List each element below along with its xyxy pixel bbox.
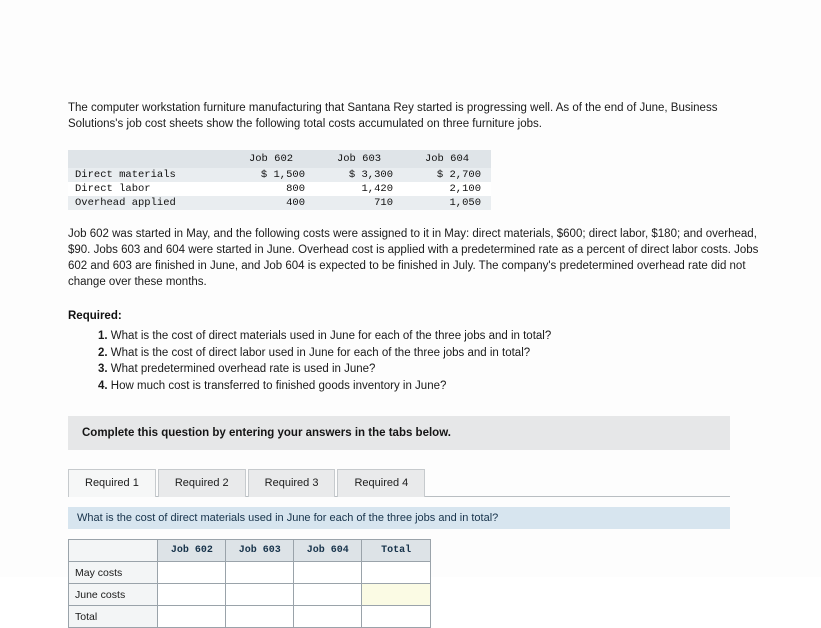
requirement-number: 3.: [98, 363, 108, 375]
requirement-item: 2. What is the cost of direct labor used…: [98, 346, 768, 362]
tab-required-4[interactable]: Required 4: [337, 469, 426, 497]
table-header-row: Job 602 Job 603 Job 604: [68, 150, 491, 168]
answer-input-cell[interactable]: [293, 583, 363, 606]
answer-widget: Complete this question by entering your …: [67, 416, 730, 628]
requirements-list: 1. What is the cost of direct materials …: [68, 329, 768, 394]
tab-required-1[interactable]: Required 1: [68, 469, 156, 497]
requirement-item: 4. How much cost is transferred to finis…: [98, 379, 768, 395]
answer-header-job603: Job 603: [225, 539, 295, 562]
requirement-tabs: Required 1 Required 2 Required 3 Require…: [68, 469, 730, 497]
cost-cell: 800: [227, 182, 315, 196]
cost-table-corner: [68, 150, 227, 168]
requirement-text: What is the cost of direct labor used in…: [110, 346, 531, 359]
answer-input-cell[interactable]: [361, 605, 431, 628]
answer-input-cell[interactable]: [225, 561, 295, 584]
requirement-number: 2.: [98, 346, 108, 359]
answer-input-cell[interactable]: [225, 583, 295, 606]
cost-cell: $ 2,700: [403, 168, 491, 182]
table-row: June costs: [67, 583, 431, 606]
requirement-number: 4.: [98, 379, 108, 392]
cost-cell: 710: [315, 196, 403, 210]
requirement-text: What is the cost of direct materials use…: [110, 330, 552, 342]
table-row: Direct materials $ 1,500 $ 3,300 $ 2,700: [68, 168, 491, 182]
cost-cell: 1,050: [403, 196, 491, 210]
answer-header-total: Total: [361, 539, 431, 562]
requirement-item: 1. What is the cost of direct materials …: [98, 329, 768, 345]
active-question-text: What is the cost of direct materials use…: [68, 507, 730, 529]
table-row: Overhead applied 400 710 1,050: [68, 196, 491, 210]
cost-table-header-job602: Job 602: [227, 150, 315, 168]
answer-header-job602: Job 602: [157, 539, 227, 562]
requirement-item: 3. What predetermined overhead rate is u…: [98, 362, 768, 378]
answer-row-label: Total: [67, 605, 159, 628]
required-heading: Required:: [68, 310, 122, 322]
answer-input-cell[interactable]: [225, 605, 295, 628]
tab-required-3[interactable]: Required 3: [247, 469, 336, 497]
answer-row-label: June costs: [67, 583, 159, 606]
requirement-text: How much cost is transferred to finished…: [110, 379, 447, 392]
cost-row-label: Direct labor: [68, 182, 227, 196]
cost-row-label: Direct materials: [68, 168, 227, 182]
cost-table-header-job604: Job 604: [403, 150, 491, 168]
cost-row-label: Overhead applied: [68, 196, 227, 210]
document-content: The computer workstation furniture manuf…: [67, 100, 768, 628]
context-paragraph: Job 602 was started in May, and the foll…: [68, 228, 759, 288]
tab-required-2[interactable]: Required 2: [157, 469, 246, 497]
job-cost-table: Job 602 Job 603 Job 604 Direct materials…: [68, 150, 491, 210]
answer-input-cell[interactable]: [157, 605, 227, 628]
cost-cell: $ 3,300: [315, 168, 403, 182]
answer-input-cell[interactable]: [361, 561, 431, 584]
cost-table-header-job603: Job 603: [315, 150, 403, 168]
answer-row-label: May costs: [67, 561, 159, 584]
answer-input-cell[interactable]: [293, 605, 363, 628]
table-row: Direct labor 800 1,420 2,100: [68, 182, 491, 196]
cost-cell: 2,100: [403, 182, 491, 196]
answer-input-cell-total[interactable]: [361, 583, 431, 606]
answer-table-corner: [67, 539, 159, 562]
cost-cell: 1,420: [315, 182, 403, 196]
answer-input-cell[interactable]: [157, 561, 227, 584]
table-row: Total: [67, 605, 431, 628]
answer-input-cell[interactable]: [157, 583, 227, 606]
table-row: May costs: [67, 561, 431, 584]
answer-header-job604: Job 604: [293, 539, 363, 562]
cost-cell: 400: [227, 196, 315, 210]
cost-cell: $ 1,500: [227, 168, 315, 182]
widget-instruction-banner: Complete this question by entering your …: [68, 416, 730, 450]
requirement-text: What predetermined overhead rate is used…: [110, 363, 376, 375]
answer-entry-table: Job 602 Job 603 Job 604 Total May costs …: [67, 539, 431, 628]
document-page: The computer workstation furniture manuf…: [0, 0, 821, 628]
answer-header-row: Job 602 Job 603 Job 604 Total: [67, 539, 431, 562]
requirement-number: 1.: [98, 330, 108, 342]
intro-paragraph: The computer workstation furniture manuf…: [68, 102, 718, 130]
answer-input-cell[interactable]: [293, 561, 363, 584]
